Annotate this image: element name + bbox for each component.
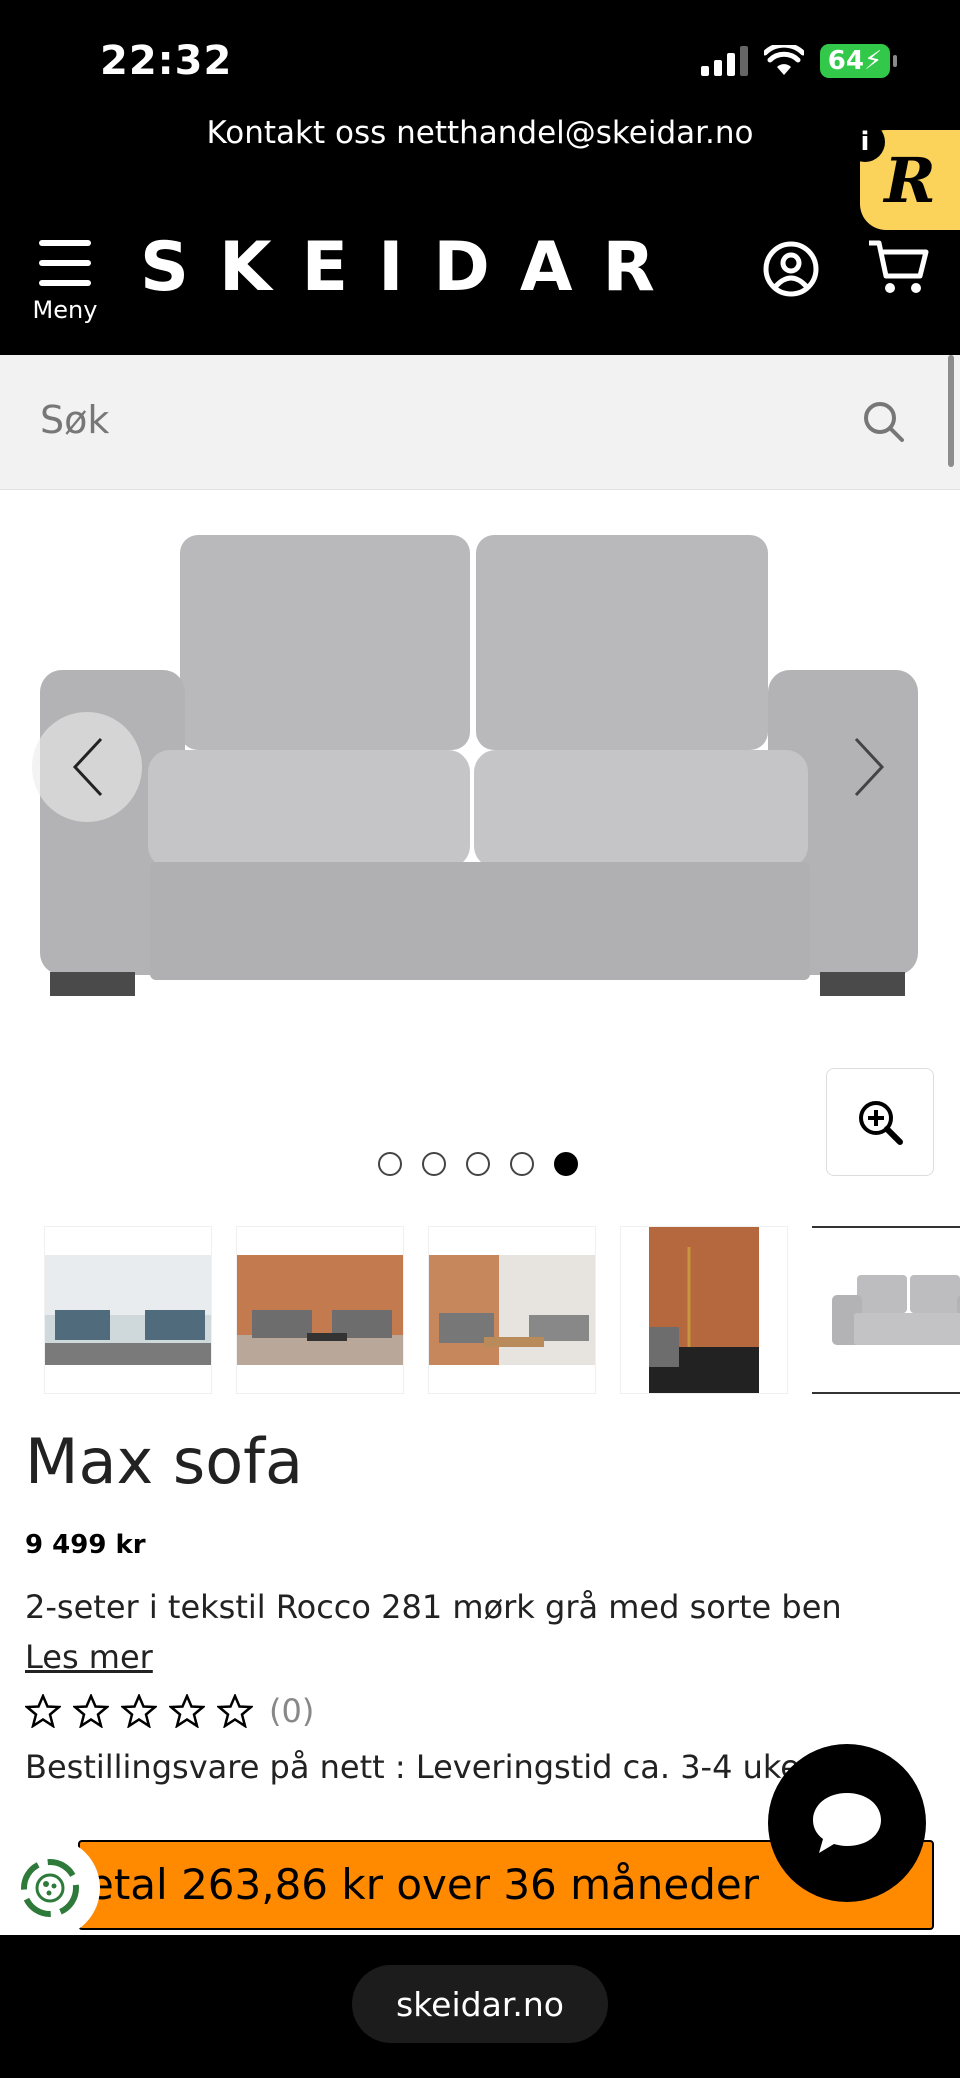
chat-bubble-icon: [813, 1793, 881, 1853]
cart-icon[interactable]: [866, 238, 930, 296]
rating-count: (0): [269, 1692, 315, 1730]
star-icon: [169, 1694, 205, 1728]
thumbnail-image: [429, 1255, 595, 1365]
thumbnail[interactable]: [236, 1226, 404, 1394]
rating-stars[interactable]: (0): [25, 1692, 314, 1730]
user-icon[interactable]: [762, 240, 820, 298]
wifi-icon: [764, 45, 804, 75]
search-input[interactable]: [40, 385, 820, 455]
eco-badge[interactable]: [0, 1838, 100, 1938]
star-icon: [217, 1694, 253, 1728]
thumbnail-strip: [44, 1226, 960, 1394]
finance-text: etal 263,86 kr over 36 måneder: [88, 1860, 759, 1909]
slide-dot[interactable]: [378, 1152, 402, 1176]
star-icon: [25, 1694, 61, 1728]
product-title: Max sofa: [25, 1425, 303, 1498]
thumbnail[interactable]: [428, 1226, 596, 1394]
chevron-left-icon: [72, 737, 103, 797]
scrollbar[interactable]: [948, 355, 954, 467]
battery-level: 64: [827, 46, 864, 76]
slide-dots: [378, 1152, 578, 1176]
zoom-in-icon: [859, 1101, 903, 1145]
product-price: 9 499 kr: [25, 1530, 146, 1560]
product-image[interactable]: [0, 490, 960, 1050]
slide-dot[interactable]: [510, 1152, 534, 1176]
thumbnail-image: [832, 1275, 960, 1345]
thumbnail-image: [237, 1255, 403, 1365]
star-icon: [73, 1694, 109, 1728]
next-slide-button[interactable]: [815, 712, 925, 822]
slide-dot-active[interactable]: [554, 1152, 578, 1176]
thumbnail[interactable]: [44, 1226, 212, 1394]
thumbnail-active[interactable]: [812, 1226, 960, 1394]
contact-banner[interactable]: Kontakt oss netthandel@skeidar.no: [0, 115, 960, 151]
page: 22:32 64 ⚡ Kontakt oss netthandel@skeidar…: [0, 0, 960, 2078]
browser-bar: skeidar.no: [0, 1935, 960, 2078]
delivery-info: Bestillingsvare på nett : Leveringstid c…: [25, 1748, 814, 1786]
zoom-button[interactable]: [826, 1068, 934, 1176]
thumbnail[interactable]: [620, 1226, 788, 1394]
hamburger-icon: [39, 240, 91, 286]
read-more-link[interactable]: Les mer: [25, 1638, 153, 1676]
info-icon[interactable]: i: [845, 122, 885, 162]
battery-icon: 64 ⚡: [820, 44, 897, 78]
logo[interactable]: SKEIDAR: [140, 228, 685, 307]
thumbnail-image: [649, 1227, 759, 1393]
thumbnail-image: [45, 1255, 211, 1365]
slide-dot[interactable]: [466, 1152, 490, 1176]
search-icon[interactable]: [862, 400, 906, 444]
star-icon: [121, 1694, 157, 1728]
url-bar[interactable]: skeidar.no: [352, 1965, 608, 2043]
status-time: 22:32: [100, 38, 233, 84]
status-icons: 64 ⚡: [701, 44, 897, 78]
product-description: 2-seter i tekstil Rocco 281 mørk grå med…: [25, 1588, 842, 1626]
slide-dot[interactable]: [422, 1152, 446, 1176]
menu-label: Meny: [32, 296, 98, 324]
signal-icon: [701, 46, 748, 76]
menu-button[interactable]: Meny: [30, 240, 100, 324]
recycle-icon: [21, 1859, 79, 1917]
chat-button[interactable]: [768, 1744, 926, 1902]
chevron-right-icon: [854, 737, 885, 797]
prev-slide-button[interactable]: [32, 712, 142, 822]
search-bar: [0, 355, 960, 490]
